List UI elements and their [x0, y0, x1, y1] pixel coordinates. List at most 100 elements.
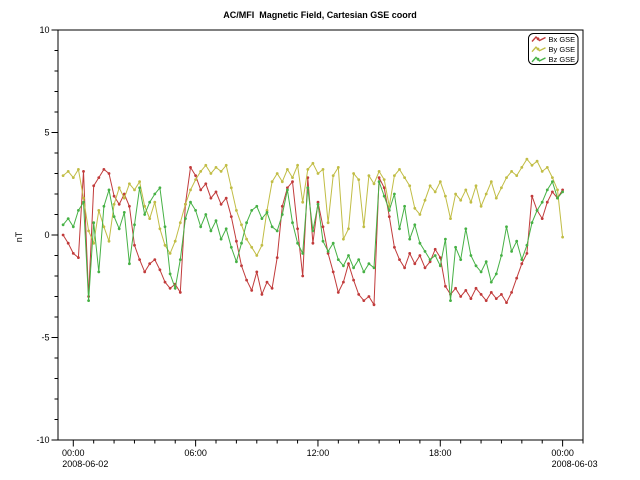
data-point: [531, 195, 534, 198]
data-point: [225, 164, 228, 167]
x-tick-label: 00:00: [62, 448, 85, 458]
data-point: [454, 287, 457, 290]
data-point: [332, 271, 335, 274]
data-point: [67, 217, 70, 220]
data-point: [199, 189, 202, 192]
data-point: [515, 277, 518, 280]
data-point: [464, 189, 467, 192]
data-point: [515, 240, 518, 243]
data-point: [337, 166, 340, 169]
data-point: [378, 180, 381, 183]
data-point: [128, 205, 131, 208]
data-point: [235, 260, 238, 263]
data-point: [347, 254, 350, 257]
data-point: [72, 252, 75, 255]
y-tick-label: -5: [41, 333, 49, 343]
data-point: [393, 193, 396, 196]
data-point: [72, 176, 75, 179]
data-point: [113, 215, 116, 218]
data-point: [199, 225, 202, 228]
data-point: [526, 244, 529, 247]
data-point: [434, 191, 437, 194]
data-point: [388, 209, 391, 212]
data-point: [475, 184, 478, 187]
data-point: [337, 258, 340, 261]
data-point: [368, 295, 371, 298]
data-point: [556, 189, 559, 192]
data-point: [133, 223, 136, 226]
data-point: [230, 215, 233, 218]
data-point: [464, 227, 467, 230]
data-point: [97, 271, 100, 274]
data-point: [271, 287, 274, 290]
data-point: [189, 189, 192, 192]
legend-marker-dot-by-gse: [537, 48, 540, 51]
data-point: [495, 273, 498, 276]
data-point: [403, 205, 406, 208]
data-point: [500, 293, 503, 296]
data-point: [551, 176, 554, 179]
data-point: [169, 287, 172, 290]
data-point: [148, 201, 151, 204]
data-point: [62, 234, 65, 237]
data-point: [261, 293, 264, 296]
data-point: [444, 195, 447, 198]
data-point: [342, 281, 345, 284]
data-point: [108, 189, 111, 192]
data-point: [398, 258, 401, 261]
data-point: [87, 230, 90, 233]
data-point: [230, 246, 233, 249]
data-point: [531, 164, 534, 167]
x-minor-ticks: [94, 440, 583, 444]
data-point: [118, 186, 121, 189]
data-point: [286, 168, 289, 171]
data-point: [398, 227, 401, 230]
data-point: [261, 217, 264, 220]
data-point: [92, 221, 95, 224]
data-point: [184, 203, 187, 206]
data-point: [368, 174, 371, 177]
data-point: [439, 180, 442, 183]
data-point: [138, 258, 141, 261]
data-point: [327, 221, 330, 224]
data-point: [225, 197, 228, 200]
legend-label-by-gse: By GSE: [549, 45, 576, 54]
data-point: [541, 170, 544, 173]
data-point: [347, 227, 350, 230]
data-point: [67, 170, 70, 173]
data-point: [286, 189, 289, 192]
data-point: [179, 291, 182, 294]
data-point: [454, 246, 457, 249]
x-tick-label: 06:00: [184, 448, 207, 458]
data-point: [322, 240, 325, 243]
data-point: [240, 242, 243, 245]
data-point: [281, 180, 284, 183]
data-point: [342, 238, 345, 241]
y-axis-label: nT: [14, 231, 24, 242]
data-point: [92, 184, 95, 187]
data-point: [123, 211, 126, 214]
x-tick-label: 00:00: [551, 448, 574, 458]
data-point: [515, 174, 518, 177]
data-point: [123, 197, 126, 200]
data-point: [87, 299, 90, 302]
data-point: [419, 254, 422, 257]
data-point: [118, 227, 121, 230]
data-point: [113, 195, 116, 198]
y-axis: -10-50510: [36, 25, 58, 445]
data-point: [485, 299, 488, 302]
data-point: [459, 199, 462, 202]
data-point: [306, 186, 309, 189]
data-point: [296, 242, 299, 245]
data-point: [220, 170, 223, 173]
data-point: [429, 184, 432, 187]
data-point: [317, 172, 320, 175]
data-point: [480, 205, 483, 208]
data-point: [470, 297, 473, 300]
data-point: [444, 285, 447, 288]
data-point: [485, 193, 488, 196]
data-point: [362, 271, 365, 274]
legend-marker-dot-bx-gse: [537, 37, 540, 40]
data-point: [424, 266, 427, 269]
legend: Bx GSEBy GSEBz GSE: [529, 34, 579, 65]
